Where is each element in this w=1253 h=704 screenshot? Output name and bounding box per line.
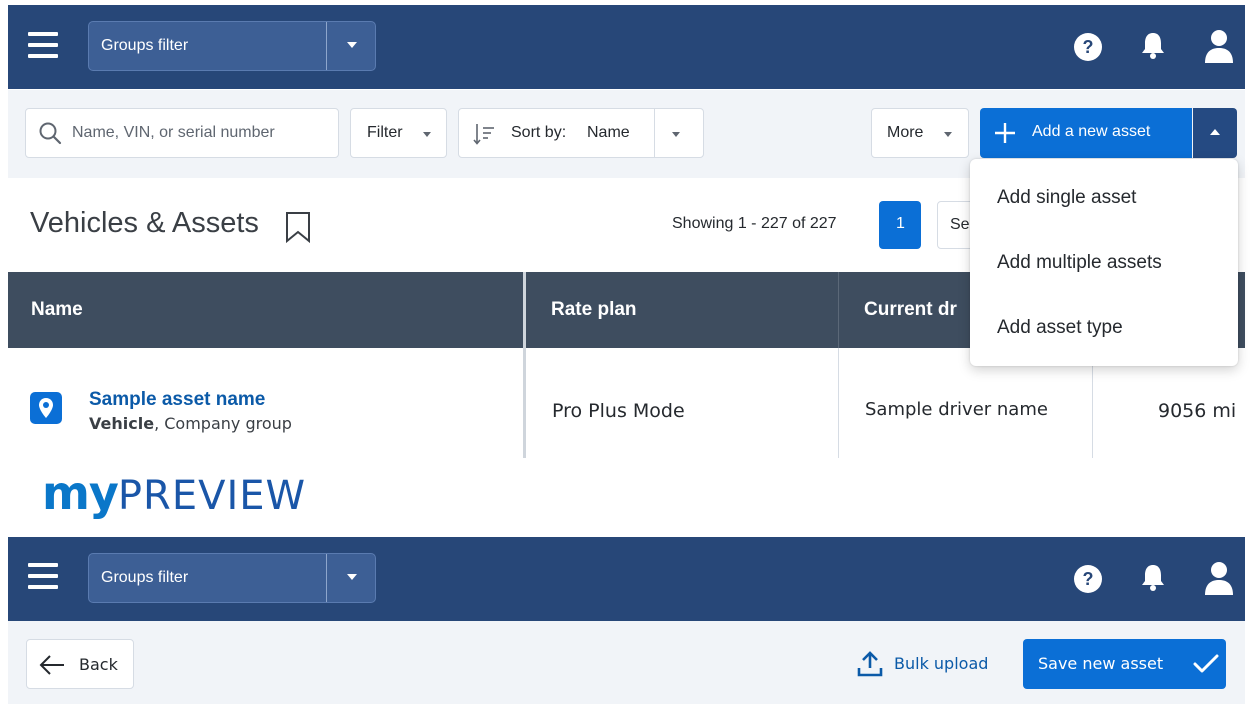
add-asset-menu-toggle[interactable] <box>1193 108 1237 158</box>
upload-icon <box>857 651 883 677</box>
groups-filter-divider <box>326 22 327 70</box>
menu-item-add-single-asset[interactable]: Add single asset <box>997 187 1136 209</box>
location-pin-icon <box>30 392 62 424</box>
page-1-button[interactable]: 1 <box>879 201 921 249</box>
search-input[interactable]: Name, VIN, or serial number <box>25 108 339 158</box>
page-title: Vehicles & Assets <box>30 207 259 240</box>
sort-icon <box>473 124 494 145</box>
filter-button[interactable]: Filter <box>350 108 447 158</box>
groups-filter-dropdown[interactable]: Groups filter <box>88 553 376 603</box>
chevron-up-icon <box>1210 129 1220 135</box>
filter-label: Filter <box>367 124 403 141</box>
page-number: 1 <box>896 215 905 232</box>
hamburger-menu-icon[interactable] <box>28 563 58 593</box>
bulk-upload-button[interactable]: Bulk upload <box>856 641 1002 687</box>
arrow-left-icon <box>39 655 64 675</box>
svg-text:?: ? <box>1083 37 1094 57</box>
bookmark-icon[interactable] <box>284 211 312 243</box>
user-profile-icon[interactable] <box>1203 29 1235 63</box>
search-placeholder: Name, VIN, or serial number <box>72 124 275 141</box>
help-icon[interactable]: ? <box>1073 564 1103 594</box>
more-button[interactable]: More <box>871 108 969 158</box>
page-title-text: Vehicles & Assets <box>30 207 259 239</box>
chevron-down-icon <box>423 132 431 137</box>
sort-divider <box>654 109 655 157</box>
more-label: More <box>887 124 924 141</box>
chevron-down-icon[interactable] <box>347 42 357 48</box>
menu-item-add-asset-type[interactable]: Add asset type <box>997 317 1123 339</box>
save-new-asset-label: Save new asset <box>1038 654 1164 673</box>
logo-preview: PREVIEW <box>117 473 307 519</box>
chevron-down-icon[interactable] <box>347 574 357 580</box>
odometer-cell: 9056 mi <box>1158 400 1237 422</box>
partial-button-text: Se <box>950 216 970 233</box>
asset-type: Vehicle <box>89 414 155 433</box>
sort-dropdown[interactable]: Sort by: Name <box>458 108 704 158</box>
asset-group: , Company group <box>154 414 292 433</box>
user-profile-icon[interactable] <box>1203 561 1235 595</box>
add-new-asset-label: Add a new asset <box>1032 123 1151 140</box>
mypreview-logo: myPREVIEW <box>42 466 306 522</box>
notification-bell-icon[interactable] <box>1138 30 1168 60</box>
bulk-upload-label: Bulk upload <box>894 654 989 673</box>
help-icon[interactable]: ? <box>1073 32 1103 62</box>
svg-text:?: ? <box>1083 569 1094 589</box>
bottom-navbar: Groups filter ? <box>8 537 1245 621</box>
notification-bell-icon[interactable] <box>1138 562 1168 592</box>
add-new-asset-button[interactable]: Add a new asset <box>980 108 1192 158</box>
plus-icon <box>995 123 1015 143</box>
chevron-down-icon <box>672 132 680 137</box>
menu-item-add-multiple-assets[interactable]: Add multiple assets <box>997 252 1162 274</box>
logo-my: my <box>42 466 119 520</box>
chevron-down-icon <box>944 132 952 137</box>
save-new-asset-button[interactable]: Save new asset <box>1023 639 1226 689</box>
top-navbar: Groups filter ? <box>8 5 1245 89</box>
sort-value: Name <box>587 124 630 141</box>
groups-filter-label: Groups filter <box>101 37 189 54</box>
column-header-rate-plan[interactable]: Rate plan <box>551 299 637 321</box>
groups-filter-label: Groups filter <box>101 569 189 586</box>
showing-count: Showing 1 - 227 of 227 <box>672 215 837 232</box>
back-button[interactable]: Back <box>26 639 134 689</box>
hamburger-menu-icon[interactable] <box>28 32 58 62</box>
column-header-current-driver[interactable]: Current dr <box>864 299 957 321</box>
asset-subtitle: Vehicle, Company group <box>89 414 292 433</box>
checkmark-icon <box>1193 654 1219 673</box>
asset-form-toolbar: Back Bulk upload Save new asset <box>8 621 1245 704</box>
column-header-name[interactable]: Name <box>31 299 83 321</box>
driver-cell: Sample driver name <box>865 399 1048 420</box>
groups-filter-dropdown[interactable]: Groups filter <box>88 21 376 71</box>
search-icon <box>39 122 62 145</box>
asset-name-link[interactable]: Sample asset name <box>89 389 265 411</box>
add-asset-menu: Add single asset Add multiple assets Add… <box>970 159 1238 366</box>
back-label: Back <box>79 655 118 674</box>
sort-label: Sort by: <box>511 124 567 141</box>
rate-plan-cell: Pro Plus Mode <box>552 400 685 422</box>
groups-filter-divider <box>326 554 327 602</box>
